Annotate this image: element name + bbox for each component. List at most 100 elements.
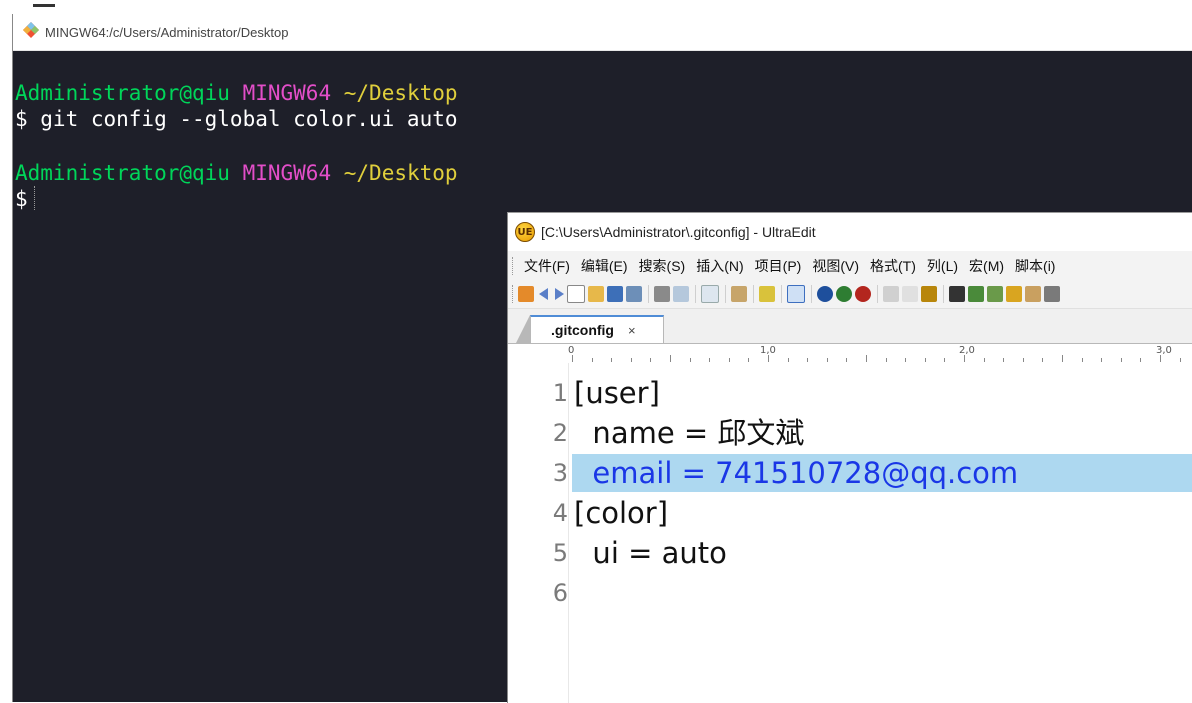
- text-cursor: [33, 186, 36, 210]
- ruler-tick: [689, 358, 691, 362]
- ruler-tick: [1042, 358, 1044, 362]
- line-text[interactable]: name = 邱文斌: [574, 413, 804, 453]
- ruler-tick: [1120, 358, 1122, 362]
- menubar-grip[interactable]: [512, 256, 514, 275]
- menu-insert[interactable]: 插入(N): [696, 256, 743, 276]
- editor-line[interactable]: 1 [user]: [508, 373, 1192, 413]
- find-next-icon[interactable]: [968, 286, 984, 302]
- hex-icon[interactable]: [787, 285, 805, 303]
- ruler-tick: [983, 358, 985, 362]
- text-editor[interactable]: 1 [user] 2 name = 邱文斌 3 email = 74151072…: [508, 363, 1192, 703]
- ruler-tick: [611, 358, 613, 362]
- ruler-tick: [1101, 358, 1103, 362]
- ruler-tick: [826, 358, 828, 362]
- line-text[interactable]: [color]: [574, 493, 668, 533]
- word-wrap-icon[interactable]: [731, 286, 747, 302]
- prompt-line: Administrator@qiu MINGW64 ~/Desktop: [15, 80, 1192, 106]
- menu-column[interactable]: 列(L): [927, 256, 958, 276]
- properties-icon[interactable]: [701, 285, 719, 303]
- ruler-tick: [866, 355, 867, 362]
- menu-edit[interactable]: 编辑(E): [581, 256, 628, 276]
- prompt-path: ~/Desktop: [343, 161, 458, 185]
- ruler-tick: [905, 358, 907, 362]
- tab-label: .gitconfig: [551, 322, 614, 338]
- input-line[interactable]: $: [15, 186, 1192, 212]
- terminal-title: MINGW64:/c/Users/Administrator/Desktop: [45, 24, 289, 40]
- editor-line[interactable]: 2 name = 邱文斌: [508, 413, 1192, 453]
- tab-gitconfig[interactable]: .gitconfig ×: [530, 315, 664, 343]
- ultraedit-title: [C:\Users\Administrator\.gitconfig] - Ul…: [541, 224, 816, 240]
- menu-project[interactable]: 项目(P): [755, 256, 802, 276]
- prompt-user: Administrator@qiu: [15, 81, 230, 105]
- menu-view[interactable]: 视图(V): [812, 256, 859, 276]
- ruler-tick: [944, 358, 946, 362]
- ultraedit-window[interactable]: UE [C:\Users\Administrator\.gitconfig] -…: [507, 212, 1192, 703]
- save-all-icon[interactable]: [1025, 286, 1041, 302]
- ue-online-icon[interactable]: [836, 286, 852, 302]
- line-number: 5: [552, 539, 568, 567]
- ruler-tick: [630, 358, 632, 362]
- more-icon[interactable]: [1044, 286, 1060, 302]
- ruler-label: 2,0: [959, 345, 975, 356]
- ftp-icon[interactable]: [817, 286, 833, 302]
- ue-update-icon[interactable]: [855, 286, 871, 302]
- ruler-tick: [670, 355, 671, 362]
- replace-icon[interactable]: [987, 286, 1003, 302]
- toolbar-grip[interactable]: [512, 285, 514, 303]
- ultraedit-titlebar[interactable]: UE [C:\Users\Administrator\.gitconfig] -…: [508, 213, 1192, 251]
- ruler-tick: [1022, 358, 1024, 362]
- menu-format[interactable]: 格式(T): [870, 256, 916, 276]
- menu-file[interactable]: 文件(F): [524, 256, 570, 276]
- prompt-host: MINGW64: [242, 81, 332, 105]
- ruler-tick: [964, 355, 965, 362]
- paste-icon[interactable]: [921, 286, 937, 302]
- ruler-tick: [885, 358, 887, 362]
- ruler-tick: [1081, 358, 1083, 362]
- ruler-label: 3,0: [1156, 345, 1172, 356]
- editor-line[interactable]: 4 [color]: [508, 493, 1192, 533]
- back-arrow-icon[interactable]: [539, 288, 548, 300]
- replace-all-icon[interactable]: [1006, 286, 1022, 302]
- menu-search[interactable]: 搜索(S): [639, 256, 686, 276]
- prompt-user: Administrator@qiu: [15, 161, 230, 185]
- cut-icon[interactable]: [883, 286, 899, 302]
- git-bash-logo-icon: [22, 21, 40, 43]
- line-text[interactable]: email = 741510728@qq.com: [574, 453, 1018, 493]
- editor-line[interactable]: 6: [508, 573, 1192, 613]
- menu-macro[interactable]: 宏(M): [969, 256, 1004, 276]
- line-number: 1: [552, 379, 568, 407]
- terminal-titlebar[interactable]: MINGW64:/c/Users/Administrator/Desktop: [13, 14, 1192, 51]
- close-file-icon[interactable]: [607, 286, 623, 302]
- column-mode-icon[interactable]: [759, 286, 775, 302]
- line-number: 6: [552, 579, 568, 607]
- prompt-line: Administrator@qiu MINGW64 ~/Desktop: [15, 160, 1192, 186]
- ruler-tick: [591, 358, 593, 362]
- print-preview-icon[interactable]: [673, 286, 689, 302]
- line-text[interactable]: [user]: [574, 373, 660, 413]
- print-icon[interactable]: [654, 286, 670, 302]
- save-icon[interactable]: [626, 286, 642, 302]
- prompt-host: MINGW64: [242, 161, 332, 185]
- line-number: 3: [552, 459, 568, 487]
- toolbar: [508, 280, 1192, 309]
- line-text[interactable]: ui = auto: [574, 533, 726, 573]
- prompt-symbol: $: [15, 187, 28, 211]
- forward-arrow-icon[interactable]: [555, 288, 564, 300]
- find-icon[interactable]: [949, 286, 965, 302]
- menu-script[interactable]: 脚本(i): [1015, 256, 1055, 276]
- ruler-tick: [768, 355, 769, 362]
- tab-bar: .gitconfig ×: [508, 309, 1192, 344]
- column-ruler: 0 1,0 2,0 3,0: [508, 344, 1192, 365]
- command-line: $ git config --global color.ui auto: [15, 107, 458, 131]
- editor-line-current[interactable]: 3 email = 741510728@qq.com: [508, 453, 1192, 493]
- editor-line[interactable]: 5 ui = auto: [508, 533, 1192, 573]
- line-number: 4: [552, 499, 568, 527]
- new-file-icon[interactable]: [567, 285, 585, 303]
- ruler-tick: [650, 358, 652, 362]
- line-number: 2: [552, 419, 568, 447]
- open-icon[interactable]: [588, 286, 604, 302]
- copy-icon[interactable]: [902, 286, 918, 302]
- ruler-tick: [1179, 358, 1181, 362]
- tab-close-icon[interactable]: ×: [628, 323, 636, 338]
- new-icon[interactable]: [518, 286, 534, 302]
